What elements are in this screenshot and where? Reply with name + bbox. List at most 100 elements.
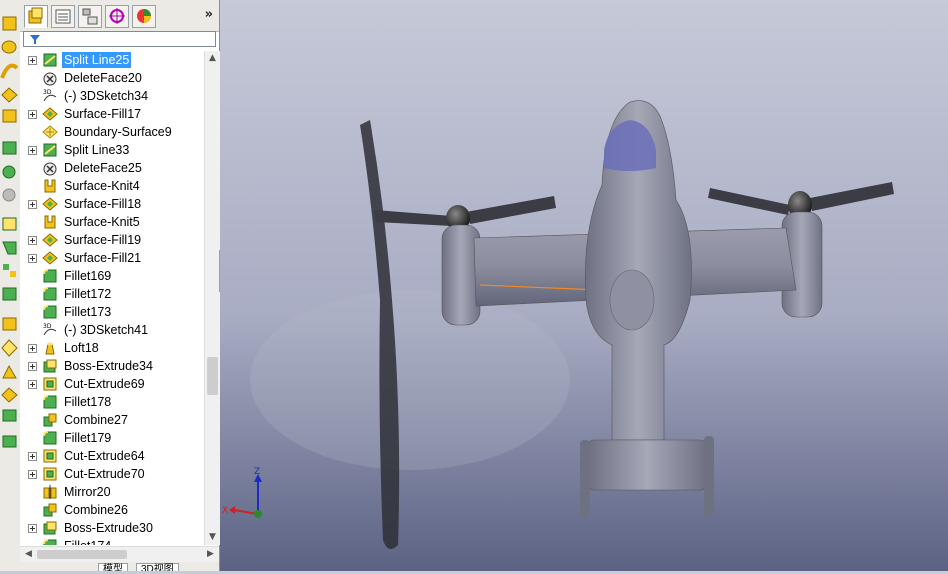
fillet-icon	[42, 394, 58, 410]
fillet-icon	[42, 286, 58, 302]
cut-revolve-tool-icon[interactable]	[2, 165, 16, 179]
rib-tool-icon[interactable]	[2, 287, 17, 301]
surface-tool-icon[interactable]	[1, 387, 18, 403]
tree-item[interactable]: Combine26	[20, 501, 204, 519]
expand-panel-chevron-icon[interactable]: »	[205, 7, 213, 22]
tree-item[interactable]: Fillet178	[20, 393, 204, 411]
tree-item[interactable]: Cut-Extrude69	[20, 375, 204, 393]
expand-toggle-icon[interactable]	[28, 146, 37, 155]
expand-toggle-icon[interactable]	[28, 362, 37, 371]
tree-item[interactable]: Boss-Extrude34	[20, 357, 204, 375]
loft-tool-icon[interactable]	[1, 87, 18, 103]
tree-item-label: Surface-Fill18	[64, 197, 142, 211]
knit-tool-icon[interactable]	[2, 435, 17, 448]
tree-item-label: (-) 3DSketch41	[64, 323, 149, 337]
tab-model[interactable]: 模型	[98, 563, 128, 571]
svg-text:X: X	[222, 506, 228, 516]
tree-item[interactable]: Cut-Extrude64	[20, 447, 204, 465]
vertical-scroll-thumb[interactable]	[207, 357, 218, 395]
aircraft-model-render[interactable]	[220, 0, 948, 571]
tree-item[interactable]: Surface-Fill19	[20, 231, 204, 249]
tree-vertical-scrollbar[interactable]: ▲ ▼	[204, 51, 220, 545]
cut-extrude-tool-icon[interactable]	[2, 141, 17, 155]
tab-configuration-manager[interactable]	[78, 5, 102, 28]
draft-tool-icon[interactable]	[2, 317, 17, 331]
feature-filter-input[interactable]	[23, 31, 216, 47]
tree-item-label: Surface-Fill19	[64, 233, 142, 247]
expand-toggle-icon[interactable]	[28, 254, 37, 263]
scroll-left-arrow-icon[interactable]: ◀	[21, 547, 36, 562]
chamfer-tool-icon[interactable]	[2, 241, 17, 255]
expand-toggle-icon[interactable]	[28, 236, 37, 245]
tree-item[interactable]: Fillet173	[20, 303, 204, 321]
pattern-tool-icon[interactable]	[3, 264, 16, 277]
horizontal-scroll-thumb[interactable]	[37, 550, 127, 559]
cut-extrude-icon	[42, 376, 58, 392]
sweep-tool-icon[interactable]	[0, 63, 19, 79]
tree-item-label: Loft18	[64, 341, 99, 355]
extruded-boss-tool-icon[interactable]	[2, 16, 17, 31]
tree-item[interactable]: Fillet169	[20, 267, 204, 285]
revolve-tool-icon[interactable]	[1, 40, 17, 54]
tree-item[interactable]: DeleteFace20	[20, 69, 204, 87]
toolstrip-icons	[0, 16, 19, 448]
expand-toggle-icon[interactable]	[28, 470, 37, 479]
expand-toggle-icon[interactable]	[28, 380, 37, 389]
expand-toggle-icon[interactable]	[28, 452, 37, 461]
tree-item[interactable]: Fillet174	[20, 537, 204, 545]
tree-item[interactable]: Combine27	[20, 411, 204, 429]
model-view-tabs: 模型 3D视图	[20, 562, 219, 571]
tree-item[interactable]: Surface-Fill21	[20, 249, 204, 267]
tree-item[interactable]: Cut-Extrude70	[20, 465, 204, 483]
expand-toggle-icon[interactable]	[28, 56, 37, 65]
tree-item[interactable]: Surface-Fill17	[20, 105, 204, 123]
boundary-tool-icon[interactable]	[2, 109, 17, 123]
expand-toggle-icon[interactable]	[28, 110, 37, 119]
tree-item[interactable]: Mirror20	[20, 483, 204, 501]
tab-property-manager[interactable]	[51, 5, 75, 28]
expand-toggle-icon[interactable]	[28, 524, 37, 533]
expand-toggle-icon[interactable]	[28, 200, 37, 209]
tab-3d-views[interactable]: 3D视图	[136, 563, 179, 571]
cut-sweep-tool-icon[interactable]	[2, 188, 16, 202]
mirror-tool-icon[interactable]	[2, 364, 17, 379]
tree-item[interactable]: DeleteFace25	[20, 159, 204, 177]
graphics-viewport[interactable]	[220, 0, 948, 571]
tree-item[interactable]: Split Line33	[20, 141, 204, 159]
features-toolstrip	[0, 0, 21, 571]
tree-item[interactable]: Surface-Knit5	[20, 213, 204, 231]
shell-tool-icon[interactable]	[1, 339, 18, 357]
delete-face-icon	[42, 70, 58, 86]
surface-knit-icon	[42, 178, 58, 194]
scroll-right-arrow-icon[interactable]: ▶	[203, 547, 218, 562]
tree-horizontal-scrollbar[interactable]: ◀ ▶	[20, 546, 219, 562]
tree-item[interactable]: Fillet172	[20, 285, 204, 303]
mirror-icon	[42, 484, 58, 500]
cut-extrude-icon	[42, 448, 58, 464]
scroll-up-arrow-icon[interactable]: ▲	[205, 51, 220, 66]
3dsketch-icon: 3D	[42, 322, 58, 338]
tree-item[interactable]: Split Line25	[20, 51, 204, 69]
tab-display-manager[interactable]	[132, 5, 156, 28]
tab-feature-manager[interactable]	[24, 5, 48, 28]
expand-toggle-icon[interactable]	[28, 344, 37, 353]
tree-item[interactable]: Fillet179	[20, 429, 204, 447]
boundary-surface-icon	[42, 124, 58, 140]
scroll-down-arrow-icon[interactable]: ▼	[205, 530, 220, 545]
tree-item-label: Surface-Fill17	[64, 107, 142, 121]
tree-item-label: Fillet174	[62, 538, 113, 545]
tree-item[interactable]: Surface-Knit4	[20, 177, 204, 195]
tree-item[interactable]: Loft18	[20, 339, 204, 357]
tree-item[interactable]: Boundary-Surface9	[20, 123, 204, 141]
surface-knit-icon	[42, 214, 58, 230]
tree-item[interactable]: Surface-Fill18	[20, 195, 204, 213]
tree-item-label: Combine27	[64, 413, 128, 427]
tab-dimxpert-manager[interactable]	[105, 5, 129, 28]
fillet-tool-icon[interactable]	[2, 217, 17, 231]
tree-item[interactable]: 3D (-) 3DSketch41	[20, 321, 204, 339]
tree-item[interactable]: 3D (-) 3DSketch34	[20, 87, 204, 105]
tree-item[interactable]: Boss-Extrude30	[20, 519, 204, 537]
tree-item-label: Cut-Extrude64	[64, 449, 145, 463]
offset-surface-tool-icon[interactable]	[2, 409, 17, 422]
surface-fill-icon	[42, 232, 58, 248]
